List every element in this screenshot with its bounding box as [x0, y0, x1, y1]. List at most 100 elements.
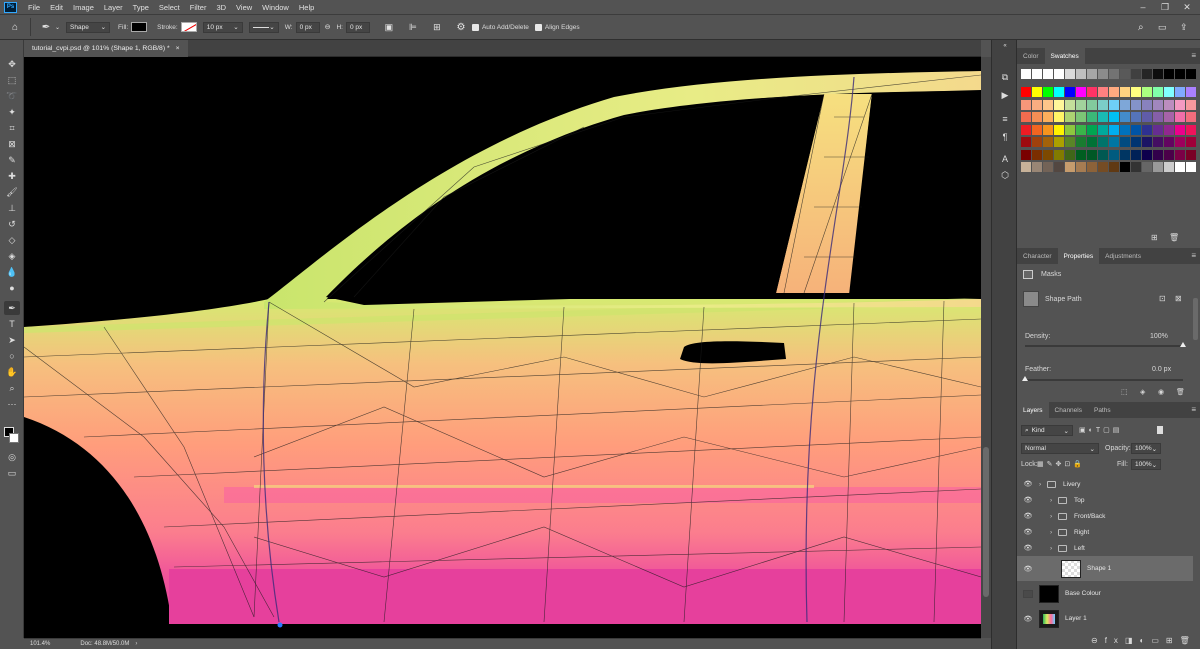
chevron-right-icon[interactable]: › [1039, 481, 1041, 488]
chevron-right-icon[interactable]: › [1050, 529, 1052, 536]
menu-help[interactable]: Help [294, 3, 319, 12]
clone-stamp-icon[interactable]: ⊥ [4, 201, 20, 215]
width-field[interactable]: 0 px [295, 21, 320, 33]
trash-icon[interactable]: 🗑 [1176, 388, 1185, 396]
type-tool-icon[interactable]: T [4, 317, 20, 331]
swatch[interactable] [1087, 162, 1097, 172]
swatch[interactable] [1186, 99, 1196, 110]
path-operations-icon[interactable]: ▣ [382, 22, 396, 33]
swatch[interactable] [1087, 69, 1097, 79]
swatch[interactable] [1131, 124, 1141, 135]
workspace-icon[interactable]: ▭ [1158, 22, 1167, 33]
swatch[interactable] [1131, 87, 1141, 97]
swatch[interactable] [1131, 149, 1141, 160]
eraser-icon[interactable]: ◇ [4, 233, 20, 247]
align-edges-checkbox[interactable]: Align Edges [534, 23, 580, 31]
menu-file[interactable]: File [23, 3, 45, 12]
swatch[interactable] [1120, 149, 1130, 160]
menu-edit[interactable]: Edit [45, 3, 68, 12]
swatch[interactable] [1109, 112, 1119, 122]
tab-paths[interactable]: Paths [1088, 402, 1117, 418]
panel-menu-icon[interactable]: ≡ [1191, 251, 1196, 260]
layer-row[interactable]: 👁 › Front/Back [1017, 508, 1193, 524]
swatch[interactable] [1065, 162, 1075, 172]
swatch[interactable] [1087, 137, 1097, 147]
new-layer-icon[interactable]: ⊞ [1166, 636, 1180, 645]
swatch[interactable] [1054, 87, 1064, 97]
document-tab[interactable]: tutorial_cvpi.psd @ 101% (Shape 1, RGB/8… [24, 40, 188, 57]
menu-view[interactable]: View [231, 3, 257, 12]
3d-icon[interactable]: ⬡ [996, 168, 1014, 182]
swatch[interactable] [1054, 112, 1064, 122]
tab-swatches[interactable]: Swatches [1044, 48, 1085, 64]
blur-tool-icon[interactable]: 💧 [4, 265, 20, 279]
layer-row[interactable]: 👁 › Livery [1017, 476, 1193, 492]
visibility-eye-icon[interactable]: 👁 [1023, 544, 1033, 552]
swatch[interactable] [1164, 112, 1174, 122]
history-brush-icon[interactable]: ↺ [4, 217, 20, 231]
swatch[interactable] [1076, 112, 1086, 122]
visibility-eye-icon[interactable]: 👁 [1023, 512, 1033, 520]
tool-mode-select[interactable]: Shape ⌄ [66, 21, 111, 33]
swatch[interactable] [1054, 149, 1064, 160]
swatch[interactable] [1032, 112, 1042, 122]
select-pixel-mask-icon[interactable]: ⊡ [1159, 294, 1166, 303]
swatch[interactable] [1032, 162, 1042, 172]
density-slider[interactable] [1025, 345, 1183, 347]
swatch[interactable] [1098, 69, 1108, 79]
swatch[interactable] [1076, 99, 1086, 110]
mask-add-icon[interactable]: ◨ [1125, 636, 1140, 645]
frame-tool-icon[interactable]: ⊠ [4, 137, 20, 151]
layer-filter-kind[interactable]: ⌕ Kind ⌄ [1021, 425, 1073, 436]
swatch[interactable] [1131, 69, 1141, 79]
swatch[interactable] [1164, 99, 1174, 110]
swatch[interactable] [1142, 124, 1152, 135]
swatch[interactable] [1142, 87, 1152, 97]
swatch[interactable] [1098, 99, 1108, 110]
swatch[interactable] [1109, 162, 1119, 172]
zoom-tool-icon[interactable]: ⌕ [4, 381, 20, 395]
tab-color[interactable]: Color [1017, 48, 1045, 64]
swatch[interactable] [1131, 137, 1141, 147]
background-color[interactable] [9, 433, 19, 443]
swatch[interactable] [1043, 112, 1053, 122]
swatch[interactable] [1142, 69, 1152, 79]
minimize-icon[interactable]: – [1132, 0, 1154, 14]
swatch[interactable] [1054, 99, 1064, 110]
brush-settings-icon[interactable]: ≡ [996, 112, 1014, 126]
close-window-icon[interactable]: ✕ [1176, 0, 1198, 14]
chevron-right-icon[interactable]: › [1050, 513, 1052, 520]
swatch[interactable] [1142, 99, 1152, 110]
tab-channels[interactable]: Channels [1049, 402, 1088, 418]
visibility-eye-icon[interactable]: 👁 [1023, 496, 1033, 504]
swatch[interactable] [1142, 162, 1152, 172]
swatch[interactable] [1131, 112, 1141, 122]
swatch[interactable] [1065, 112, 1075, 122]
swatch[interactable] [1087, 124, 1097, 135]
swatch[interactable] [1164, 69, 1174, 79]
swatch[interactable] [1076, 162, 1086, 172]
stroke-width-field[interactable]: 10 px ⌄ [202, 21, 243, 33]
swatch[interactable] [1186, 137, 1196, 147]
swatch[interactable] [1186, 149, 1196, 160]
vertical-scrollbar[interactable] [981, 57, 991, 638]
swatch[interactable] [1021, 112, 1031, 122]
swatch[interactable] [1021, 69, 1031, 79]
swatch[interactable] [1087, 112, 1097, 122]
swatch[interactable] [1043, 69, 1053, 79]
stroke-swatch[interactable] [180, 22, 197, 32]
swatch[interactable] [1065, 69, 1075, 79]
visibility-eye-icon[interactable]: 👁 [1023, 615, 1033, 623]
menu-select[interactable]: Select [154, 3, 185, 12]
swatch[interactable] [1043, 149, 1053, 160]
swatch[interactable] [1109, 149, 1119, 160]
swatch[interactable] [1054, 124, 1064, 135]
swatch[interactable] [1076, 124, 1086, 135]
tab-adjustments[interactable]: Adjustments [1099, 248, 1147, 264]
swatch[interactable] [1175, 124, 1185, 135]
fill-field[interactable]: 100% ⌄ [1131, 459, 1161, 470]
auto-add-delete-checkbox[interactable]: Auto Add/Delete [471, 23, 529, 31]
chevron-right-icon[interactable]: › [1050, 545, 1052, 552]
swatch[interactable] [1021, 137, 1031, 147]
swatch[interactable] [1098, 149, 1108, 160]
